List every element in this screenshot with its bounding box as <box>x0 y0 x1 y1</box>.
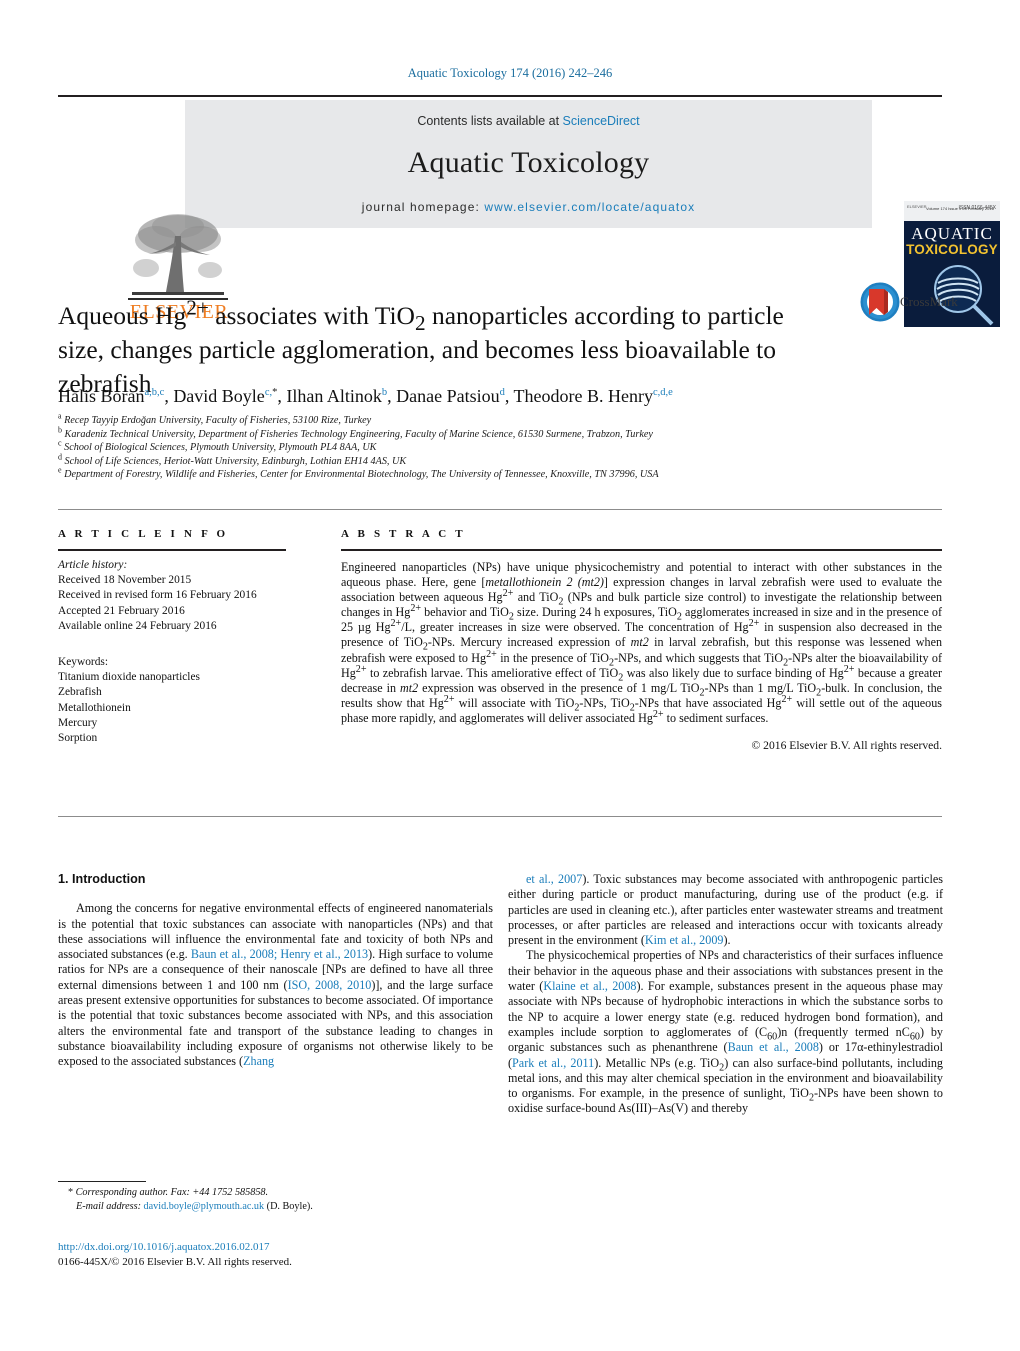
keywords-label: Keywords: <box>58 656 108 669</box>
abstract-body: Engineered nanoparticles (NPs) have uniq… <box>341 560 943 725</box>
affiliation-text: School of Biological Sciences, Plymouth … <box>64 442 377 454</box>
crossmark-label: CrossMark <box>900 294 958 309</box>
keyword-item: Titanium dioxide nanoparticles <box>58 671 200 684</box>
info-band-top-divider <box>58 509 942 510</box>
article-info-heading-rule <box>58 549 286 551</box>
cover-masthead-logo: ELSEVIER <box>907 204 927 209</box>
elsevier-tree-icon <box>132 214 224 295</box>
header-divider <box>58 95 942 97</box>
article-info-heading: A R T I C L E I N F O <box>58 528 229 540</box>
affiliation-item: e Department of Forestry, Wildlife and F… <box>58 465 942 482</box>
article-history-item: Received 18 November 2015 <box>58 574 192 587</box>
keyword-list: Keywords: Titanium dioxide nanoparticles… <box>58 655 286 746</box>
corresponding-author-note: * Corresponding author. Fax: +44 1752 58… <box>68 1187 269 1198</box>
footnote-block: * Corresponding author. Fax: +44 1752 58… <box>58 1186 493 1214</box>
paragraph: et al., 2007). Toxic substances may beco… <box>508 872 943 948</box>
sciencedirect-link[interactable]: ScienceDirect <box>563 114 640 128</box>
article-history-label: Article history: <box>58 559 128 571</box>
article-history-item: Accepted 21 February 2016 <box>58 604 185 617</box>
affiliation-marker: a <box>58 411 62 421</box>
affiliation-text: Karadeniz Technical University, Departme… <box>64 428 653 440</box>
cover-masthead-issn: ISSN 0166-445X <box>958 205 996 211</box>
abstract-column: A B S T R A C T Engineered nanoparticles… <box>341 528 942 752</box>
contents-list-line: Contents lists available at ScienceDirec… <box>185 114 872 128</box>
body-column-right: et al., 2007). Toxic substances may beco… <box>508 872 943 1117</box>
cover-title-line1: AQUATIC <box>911 224 993 243</box>
affiliation-list: a Recep Tayyip Erdoğan University, Facul… <box>58 411 942 482</box>
article-info-column: A R T I C L E I N F O Article history: R… <box>58 528 286 746</box>
journal-homepage-link[interactable]: www.elsevier.com/locate/aquatox <box>484 200 695 214</box>
affiliation-marker: e <box>58 465 62 475</box>
paragraph: The physicochemical properties of NPs an… <box>508 948 944 1116</box>
corresponding-author-email: E-mail address: david.boyle@plymouth.ac.… <box>76 1201 313 1212</box>
running-head: Aquatic Toxicology 174 (2016) 242–246 <box>407 66 613 80</box>
journal-homepage-label: journal homepage: <box>361 200 485 214</box>
author-list: Halis Borana,b,c, David Boylec,*, Ilhan … <box>58 386 673 406</box>
footnote-divider <box>58 1181 146 1182</box>
journal-homepage-line: journal homepage: www.elsevier.com/locat… <box>185 200 872 214</box>
cover-masthead: ELSEVIER Volume 174 Issue 1 25 February … <box>904 201 1000 221</box>
abstract-heading: A B S T R A C T <box>341 528 466 540</box>
info-band-bottom-divider <box>58 816 942 817</box>
affiliation-marker: d <box>58 452 62 462</box>
affiliation-text: School of Life Sciences, Heriot-Watt Uni… <box>64 455 407 467</box>
keyword-item: Zebrafish <box>58 686 102 699</box>
abstract-heading-rule <box>341 549 942 551</box>
body-column-left: 1. Introduction Among the concerns for n… <box>58 872 493 1070</box>
journal-title: Aquatic Toxicology <box>407 146 650 179</box>
section-heading-introduction: 1. Introduction <box>58 872 146 886</box>
cover-title-line2: TOXICOLOGY <box>906 242 998 257</box>
affiliation-item: b Karadeniz Technical University, Depart… <box>58 425 942 442</box>
affiliation-item: c School of Biological Sciences, Plymout… <box>58 438 942 455</box>
keyword-item: Metallothionein <box>58 701 131 714</box>
contents-list-prefix: Contents lists available at <box>417 114 563 128</box>
affiliation-marker: b <box>58 425 62 435</box>
article-history-item: Received in revised form 16 February 201… <box>58 589 257 602</box>
affiliation-text: Recep Tayyip Erdoğan University, Faculty… <box>64 415 372 426</box>
keyword-item: Mercury <box>58 716 98 729</box>
affiliation-marker: c <box>58 438 62 448</box>
abstract-copyright: © 2016 Elsevier B.V. All rights reserved… <box>751 739 942 753</box>
journal-banner: Contents lists available at ScienceDirec… <box>58 100 1000 327</box>
affiliation-item: a Recep Tayyip Erdoğan University, Facul… <box>58 411 942 428</box>
issn-copyright-line: 0166-445X/© 2016 Elsevier B.V. All right… <box>58 1255 292 1268</box>
doi-link[interactable]: http://dx.doi.org/10.1016/j.aquatox.2016… <box>58 1240 493 1255</box>
affiliation-item: d School of Life Sciences, Heriot-Watt U… <box>58 452 942 469</box>
article-page: Aquatic Toxicology 174 (2016) 242–246 Co… <box>0 0 1020 1351</box>
crossmark-badge[interactable]: CrossMark <box>860 282 958 326</box>
article-history-item: Available online 24 February 2016 <box>58 619 217 632</box>
affiliation-text: Department of Forestry, Wildlife and Fis… <box>64 469 659 481</box>
keyword-item: Sorption <box>58 732 98 745</box>
article-history: Article history: Received 18 November 20… <box>58 558 286 634</box>
imprint-block: http://dx.doi.org/10.1016/j.aquatox.2016… <box>58 1240 493 1269</box>
crossmark-icon <box>860 282 900 322</box>
paragraph: Among the concerns for negative environm… <box>58 901 493 1069</box>
